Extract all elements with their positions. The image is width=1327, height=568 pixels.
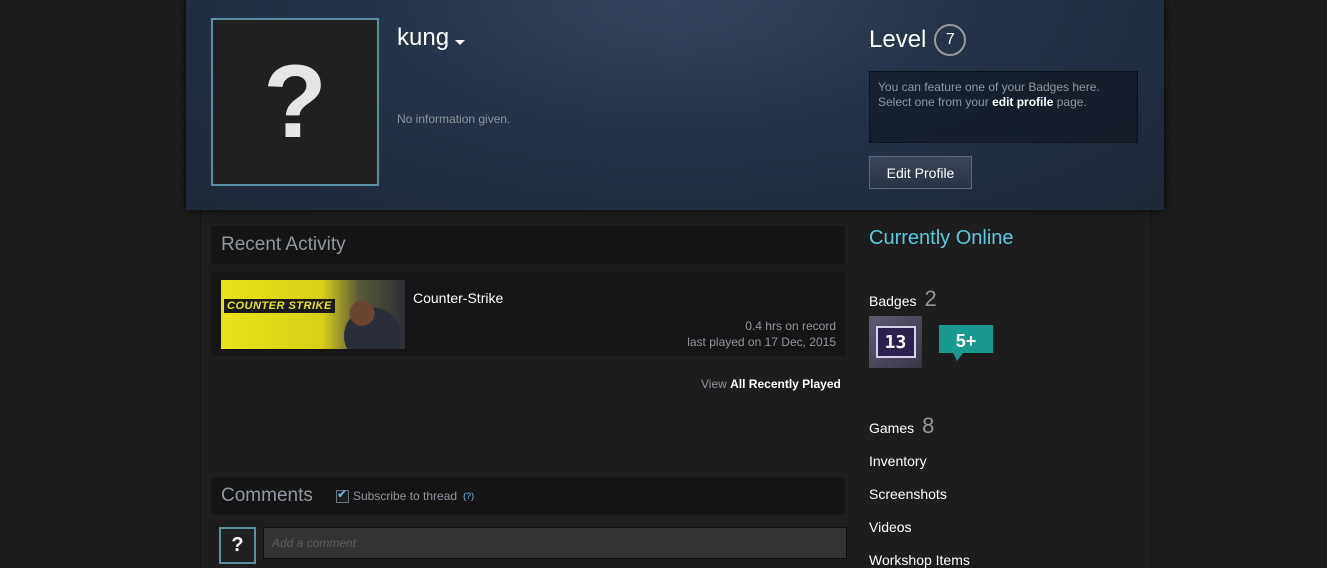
badge-feature-text-2: Select one from your: [878, 95, 993, 109]
game-stats: 0.4 hrs on record last played on 17 Dec,…: [687, 318, 836, 350]
sidebar-item-workshop[interactable]: Workshop Items: [869, 552, 970, 568]
workshop-label: Workshop Items: [869, 552, 970, 568]
inventory-label: Inventory: [869, 453, 927, 469]
sidebar-item-badges[interactable]: Badges 2: [869, 286, 937, 312]
view-prefix: View: [701, 377, 731, 391]
sidebar-item-inventory[interactable]: Inventory: [869, 453, 927, 469]
view-all-recently-played[interactable]: View All Recently Played: [701, 377, 841, 391]
badges-count: 2: [924, 286, 937, 311]
commenter-avatar: ?: [219, 527, 256, 564]
badge-5plus-text: 5+: [956, 331, 977, 351]
help-link[interactable]: (?): [463, 491, 474, 501]
caret-down-icon: [455, 39, 466, 45]
view-all-link[interactable]: All Recently Played: [730, 377, 841, 391]
recent-game-row: COUNTER STRIKE Counter-Strike 0.4 hrs on…: [211, 272, 846, 356]
avatar-placeholder-glyph: ?: [263, 44, 327, 160]
subscribe-checkbox[interactable]: [336, 487, 349, 503]
videos-label: Videos: [869, 519, 912, 535]
game-name-link[interactable]: Counter-Strike: [413, 290, 503, 306]
commenter-avatar-glyph: ?: [231, 534, 244, 556]
online-status: Currently Online: [869, 227, 1014, 249]
sidebar-item-games[interactable]: Games 8: [869, 413, 934, 439]
profile-summary: No information given.: [397, 112, 511, 126]
badges-label: Badges: [869, 293, 917, 309]
featured-badge-box: You can feature one of your Badges here.…: [869, 71, 1138, 143]
recent-activity-header: Recent Activity: [211, 226, 845, 264]
edit-profile-button[interactable]: Edit Profile: [869, 156, 972, 189]
game-hours: 0.4 hrs on record: [745, 319, 836, 333]
badge-13-number: 13: [875, 326, 916, 358]
games-count: 8: [922, 413, 935, 438]
edit-profile-link[interactable]: edit profile: [992, 95, 1053, 109]
subscribe-label: Subscribe to thread: [353, 489, 458, 503]
comments-header: Comments: [211, 477, 845, 515]
game-last-played: last played on 17 Dec, 2015: [687, 335, 836, 349]
level-label: Level: [869, 26, 927, 53]
profile-avatar: ?: [211, 18, 379, 186]
badge-feature-text-3: page.: [1053, 95, 1087, 109]
level-badge: 7: [934, 24, 967, 56]
sidebar-item-videos[interactable]: Videos: [869, 519, 912, 535]
comment-input[interactable]: [263, 527, 847, 559]
comments-title: Comments: [221, 485, 313, 506]
game-logo-text: COUNTER STRIKE: [224, 299, 335, 313]
soldier-art: [334, 284, 404, 349]
screenshots-label: Screenshots: [869, 486, 947, 502]
recent-activity-title: Recent Activity: [221, 234, 346, 255]
sidebar-item-screenshots[interactable]: Screenshots: [869, 486, 947, 502]
years-of-service-badge-icon[interactable]: 13: [869, 316, 922, 368]
persona-name: kung: [397, 24, 450, 51]
games-label: Games: [869, 420, 915, 436]
badge-feature-text: You can feature one of your Badges here.: [878, 80, 1100, 94]
profile-level: Level 7: [869, 24, 967, 56]
game-capsule-image[interactable]: COUNTER STRIKE: [221, 280, 405, 349]
persona-name-dropdown[interactable]: kung: [397, 24, 466, 52]
game-collector-badge-icon[interactable]: 5+: [939, 325, 993, 361]
subscribe-to-thread[interactable]: Subscribe to thread (?): [336, 487, 474, 503]
